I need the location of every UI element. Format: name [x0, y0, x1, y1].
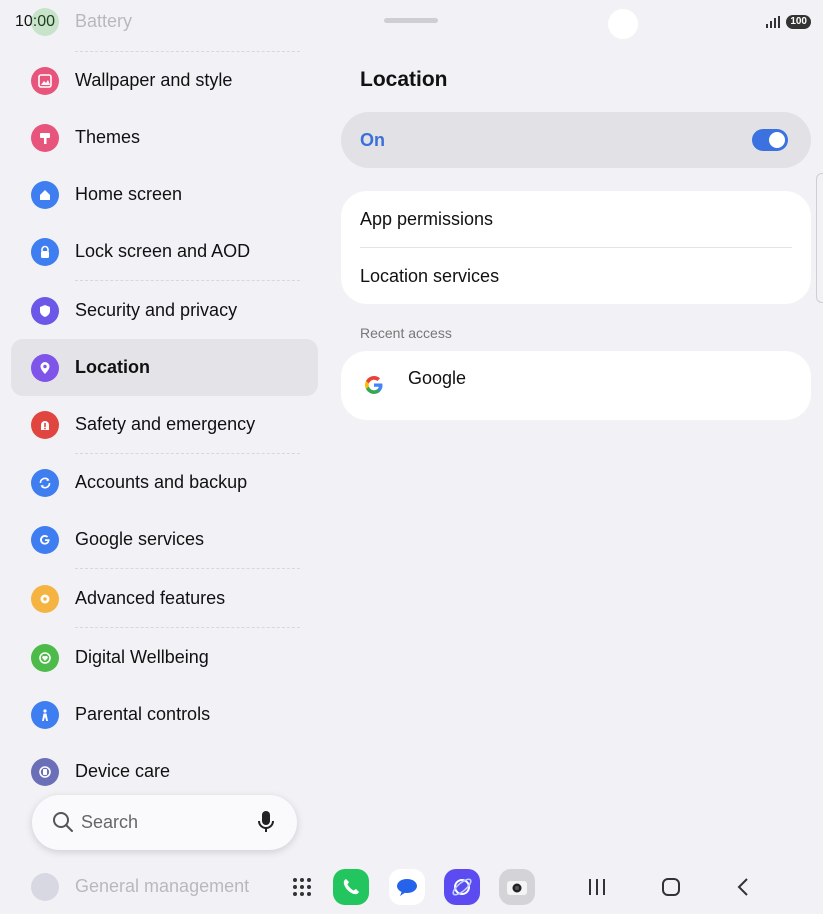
sidebar-item-label: Accounts and backup [75, 472, 248, 492]
heart-circle-icon [31, 643, 59, 672]
settings-list: Battery Wallpaper and style Themes Home … [0, 0, 330, 914]
sidebar-item-label: Parental controls [75, 704, 211, 724]
sidebar-item-security[interactable]: Security and privacy [11, 282, 318, 339]
location-toggle-switch[interactable] [752, 129, 788, 151]
parent-child-icon [31, 700, 59, 729]
sidebar-item-label: Safety and emergency [75, 414, 256, 434]
sidebar-item-label: Battery [75, 11, 133, 31]
microphone-icon[interactable] [257, 810, 275, 839]
back-nav-icon[interactable] [734, 875, 752, 904]
wallpaper-icon [31, 66, 59, 95]
messages-app-icon[interactable] [389, 869, 425, 905]
google-app-icon [360, 371, 388, 404]
recent-app-google[interactable]: Google [408, 368, 466, 389]
sidebar-item-wellbeing[interactable]: Digital Wellbeing [11, 629, 318, 686]
edge-panel-handle[interactable] [816, 173, 823, 303]
sidebar-item-label: Device care [75, 761, 171, 781]
sidebar-item-label: Lock screen and AOD [75, 241, 251, 261]
home-icon [31, 180, 59, 209]
internet-browser-icon[interactable] [444, 869, 480, 905]
sidebar-item-label: Digital Wellbeing [75, 647, 209, 667]
sidebar-item-label: Google services [75, 529, 205, 549]
themes-brush-icon [31, 123, 59, 152]
toggle-label: On [360, 130, 385, 150]
divider [360, 247, 792, 248]
sidebar-item-lock-screen[interactable]: Lock screen and AOD [11, 223, 318, 280]
device-care-icon [31, 757, 59, 786]
app-permissions-row[interactable]: App permissions [360, 209, 493, 230]
sidebar-item-wallpaper[interactable]: Wallpaper and style [11, 52, 318, 109]
sidebar-item-parental[interactable]: Parental controls [11, 686, 318, 743]
sidebar-item-device-care[interactable]: Device care [11, 743, 318, 800]
battery-icon: 100 [786, 15, 811, 29]
divider [75, 568, 300, 569]
camera-cutout [608, 9, 638, 39]
google-g-icon [31, 525, 59, 554]
phone-app-icon[interactable] [333, 869, 369, 905]
signal-icon [766, 16, 781, 28]
sidebar-item-home-screen[interactable]: Home screen [11, 166, 318, 223]
lock-icon [31, 237, 59, 266]
camera-app-icon[interactable] [499, 869, 535, 905]
sidebar-item-label: Advanced features [75, 588, 226, 608]
sidebar-item-location[interactable]: Location [11, 339, 318, 396]
divider [75, 280, 300, 281]
sidebar-item-label: Wallpaper and style [75, 70, 233, 90]
apps-grid-icon[interactable] [293, 878, 311, 896]
sidebar-item-label: Security and privacy [75, 300, 238, 320]
sidebar-item-label: Location [75, 357, 150, 377]
home-nav-icon[interactable] [660, 875, 682, 904]
sidebar-item-themes[interactable]: Themes [11, 109, 318, 166]
sidebar-item-battery[interactable]: Battery [11, 0, 318, 50]
search-bar[interactable]: Search [32, 795, 297, 850]
sidebar-item-safety[interactable]: Safety and emergency [11, 396, 318, 453]
recent-access-card: Google [341, 351, 811, 420]
general-management-icon [31, 872, 59, 901]
sync-icon [31, 468, 59, 497]
recent-apps-nav-icon[interactable] [587, 875, 607, 904]
sidebar-item-accounts[interactable]: Accounts and backup [11, 454, 318, 511]
search-icon [52, 811, 74, 838]
sidebar-item-label: General management [75, 876, 250, 896]
recent-access-header: Recent access [360, 325, 452, 341]
shield-icon [31, 296, 59, 325]
battery-settings-icon [31, 7, 59, 36]
location-toggle-card[interactable]: On [341, 112, 811, 168]
sidebar-item-general-management[interactable]: General management [11, 858, 318, 914]
toggle-knob [769, 132, 785, 148]
location-options-card: App permissions Location services [341, 191, 811, 304]
emergency-icon [31, 410, 59, 439]
sidebar-item-label: Themes [75, 127, 141, 147]
location-services-row[interactable]: Location services [360, 266, 499, 287]
search-label: Search [81, 812, 139, 832]
page-title: Location [360, 68, 448, 91]
divider [75, 627, 300, 628]
multi-window-handle[interactable] [384, 18, 438, 23]
status-icons: 100 [766, 15, 811, 29]
location-pin-icon [31, 353, 59, 382]
sidebar-item-google[interactable]: Google services [11, 511, 318, 568]
sidebar-item-advanced[interactable]: Advanced features [11, 570, 318, 627]
sidebar-item-label: Home screen [75, 184, 183, 204]
gear-flower-icon [31, 584, 59, 613]
